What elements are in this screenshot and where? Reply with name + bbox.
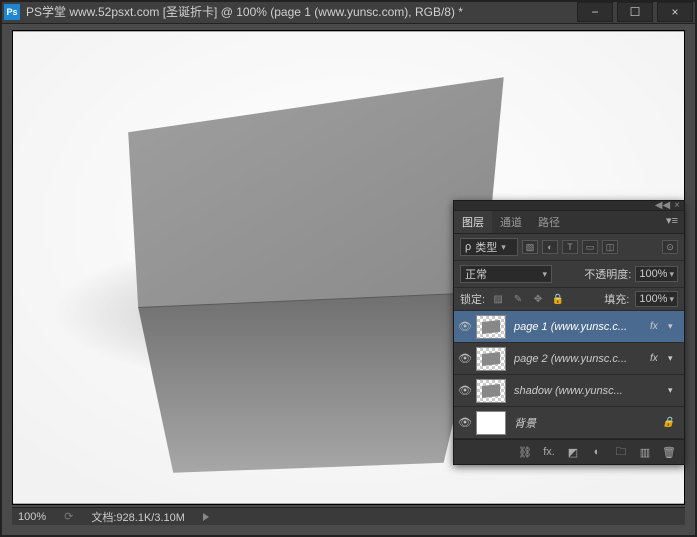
chevron-down-icon: ▾ — [669, 294, 674, 305]
filter-type-icon[interactable]: T — [562, 240, 578, 254]
panel-close-icon[interactable]: × — [674, 200, 680, 211]
zoom-level[interactable]: 100% — [18, 511, 46, 523]
new-group-icon[interactable]: 🗀 — [612, 444, 630, 460]
visibility-toggle[interactable]: 👁 — [454, 352, 476, 365]
chevron-down-icon: ▾ — [542, 269, 547, 280]
filter-toggle[interactable]: ⊙ — [662, 240, 678, 254]
panel-tabs: 图层 通道 路径 ▾≡ — [454, 211, 684, 234]
layer-row[interactable]: 👁 page 2 (www.yunsc.c...fx▾ — [454, 343, 684, 375]
filter-smart-icon[interactable]: ◫ — [602, 240, 618, 254]
add-mask-icon[interactable]: ◩ — [564, 444, 582, 460]
link-layers-icon[interactable]: ⛓ — [516, 444, 534, 460]
panel-menu-icon[interactable]: ▾≡ — [660, 211, 684, 233]
opacity-field[interactable]: 100% ▾ — [635, 266, 678, 282]
delete-layer-icon[interactable]: 🗑 — [660, 444, 678, 460]
blend-mode-select[interactable]: 正常 ▾ — [460, 265, 552, 283]
lock-icon: 🔒 — [662, 417, 680, 428]
filter-kind-select[interactable]: ρ 类型 ▾ — [460, 238, 518, 256]
opacity-label: 不透明度: — [584, 266, 631, 282]
doc-size: 文档:928.1K/3.10M — [91, 509, 185, 525]
layer-name: page 1 (www.yunsc.c... — [514, 321, 650, 333]
filter-adjust-icon[interactable]: ◐ — [542, 240, 558, 254]
fill-label: 填充: — [604, 291, 629, 307]
filter-kind-value: ρ — [465, 241, 471, 253]
blend-mode-value: 正常 — [465, 266, 487, 282]
new-layer-icon[interactable]: ▥ — [636, 444, 654, 460]
filter-row: ρ 类型 ▾ ▧ ◐ T ▭ ◫ ⊙ — [454, 234, 684, 261]
fx-expand-icon[interactable]: ▾ — [668, 385, 680, 396]
tab-paths[interactable]: 路径 — [530, 211, 568, 233]
visibility-toggle[interactable]: 👁 — [454, 320, 476, 333]
lock-pixels-icon[interactable]: ✎ — [511, 292, 525, 306]
fill-field[interactable]: 100% ▾ — [635, 291, 678, 307]
app-icon: Ps — [4, 4, 20, 20]
chevron-down-icon: ▾ — [669, 269, 674, 280]
opacity-value: 100% — [639, 268, 667, 280]
panel-grip[interactable]: ◀◀ × — [454, 201, 684, 211]
layer-thumbnail[interactable] — [476, 347, 506, 371]
filter-shape-icon[interactable]: ▭ — [582, 240, 598, 254]
panel-footer: ⛓ fx. ◩ ◐ 🗀 ▥ 🗑 — [454, 439, 684, 464]
close-button[interactable]: × — [657, 2, 693, 22]
fx-expand-icon[interactable]: ▾ — [668, 321, 680, 332]
maximize-button[interactable]: ☐ — [617, 2, 653, 22]
layer-name: page 2 (www.yunsc.c... — [514, 353, 650, 365]
layer-thumbnail[interactable] — [476, 379, 506, 403]
lock-row: 锁定: ▨ ✎ ✥ 🔒 填充: 100% ▾ — [454, 288, 684, 311]
visibility-toggle[interactable]: 👁 — [454, 384, 476, 397]
chevron-down-icon: ▾ — [501, 242, 506, 253]
fx-expand-icon[interactable]: ▾ — [668, 353, 680, 364]
layer-row[interactable]: 👁 背景🔒 — [454, 407, 684, 439]
new-fill-icon[interactable]: ◐ — [588, 444, 606, 460]
collapse-icon[interactable]: ◀◀ — [655, 200, 670, 211]
visibility-toggle[interactable]: 👁 — [454, 416, 476, 429]
sync-icon[interactable]: ⟳ — [64, 510, 73, 523]
layer-fx-icon[interactable]: fx. — [540, 444, 558, 460]
tab-layers[interactable]: 图层 — [454, 211, 492, 233]
layer-name: shadow (www.yunsc... — [514, 385, 668, 397]
layers-panel: ◀◀ × 图层 通道 路径 ▾≡ ρ 类型 ▾ ▧ ◐ T ▭ ◫ ⊙ 正常 ▾… — [453, 200, 685, 465]
fx-badge[interactable]: fx — [650, 321, 668, 332]
blend-row: 正常 ▾ 不透明度: 100% ▾ — [454, 261, 684, 288]
titlebar: Ps PS学堂 www.52psxt.com [圣诞折卡] @ 100% (pa… — [0, 0, 697, 24]
fx-badge[interactable]: fx — [650, 353, 668, 364]
tab-channels[interactable]: 通道 — [492, 211, 530, 233]
lock-position-icon[interactable]: ✥ — [531, 292, 545, 306]
fill-value: 100% — [639, 293, 667, 305]
expand-icon[interactable] — [203, 513, 209, 521]
filter-kind-label: 类型 — [475, 239, 497, 255]
filter-pixel-icon[interactable]: ▧ — [522, 240, 538, 254]
minimize-button[interactable]: − — [577, 2, 613, 22]
layer-row[interactable]: 👁 shadow (www.yunsc...▾ — [454, 375, 684, 407]
lock-label: 锁定: — [460, 291, 485, 307]
lock-all-icon[interactable]: 🔒 — [551, 292, 565, 306]
statusbar: 100% ⟳ 文档:928.1K/3.10M — [12, 507, 685, 525]
lock-transparent-icon[interactable]: ▨ — [491, 292, 505, 306]
layer-thumbnail[interactable] — [476, 315, 506, 339]
layer-name: 背景 — [514, 415, 662, 431]
layer-list: 👁page 1 (www.yunsc.c...fx▾👁page 2 (www.y… — [454, 311, 684, 439]
window-title: PS学堂 www.52psxt.com [圣诞折卡] @ 100% (page … — [26, 3, 577, 20]
layer-thumbnail[interactable] — [476, 411, 506, 435]
layer-row[interactable]: 👁 page 1 (www.yunsc.c...fx▾ — [454, 311, 684, 343]
